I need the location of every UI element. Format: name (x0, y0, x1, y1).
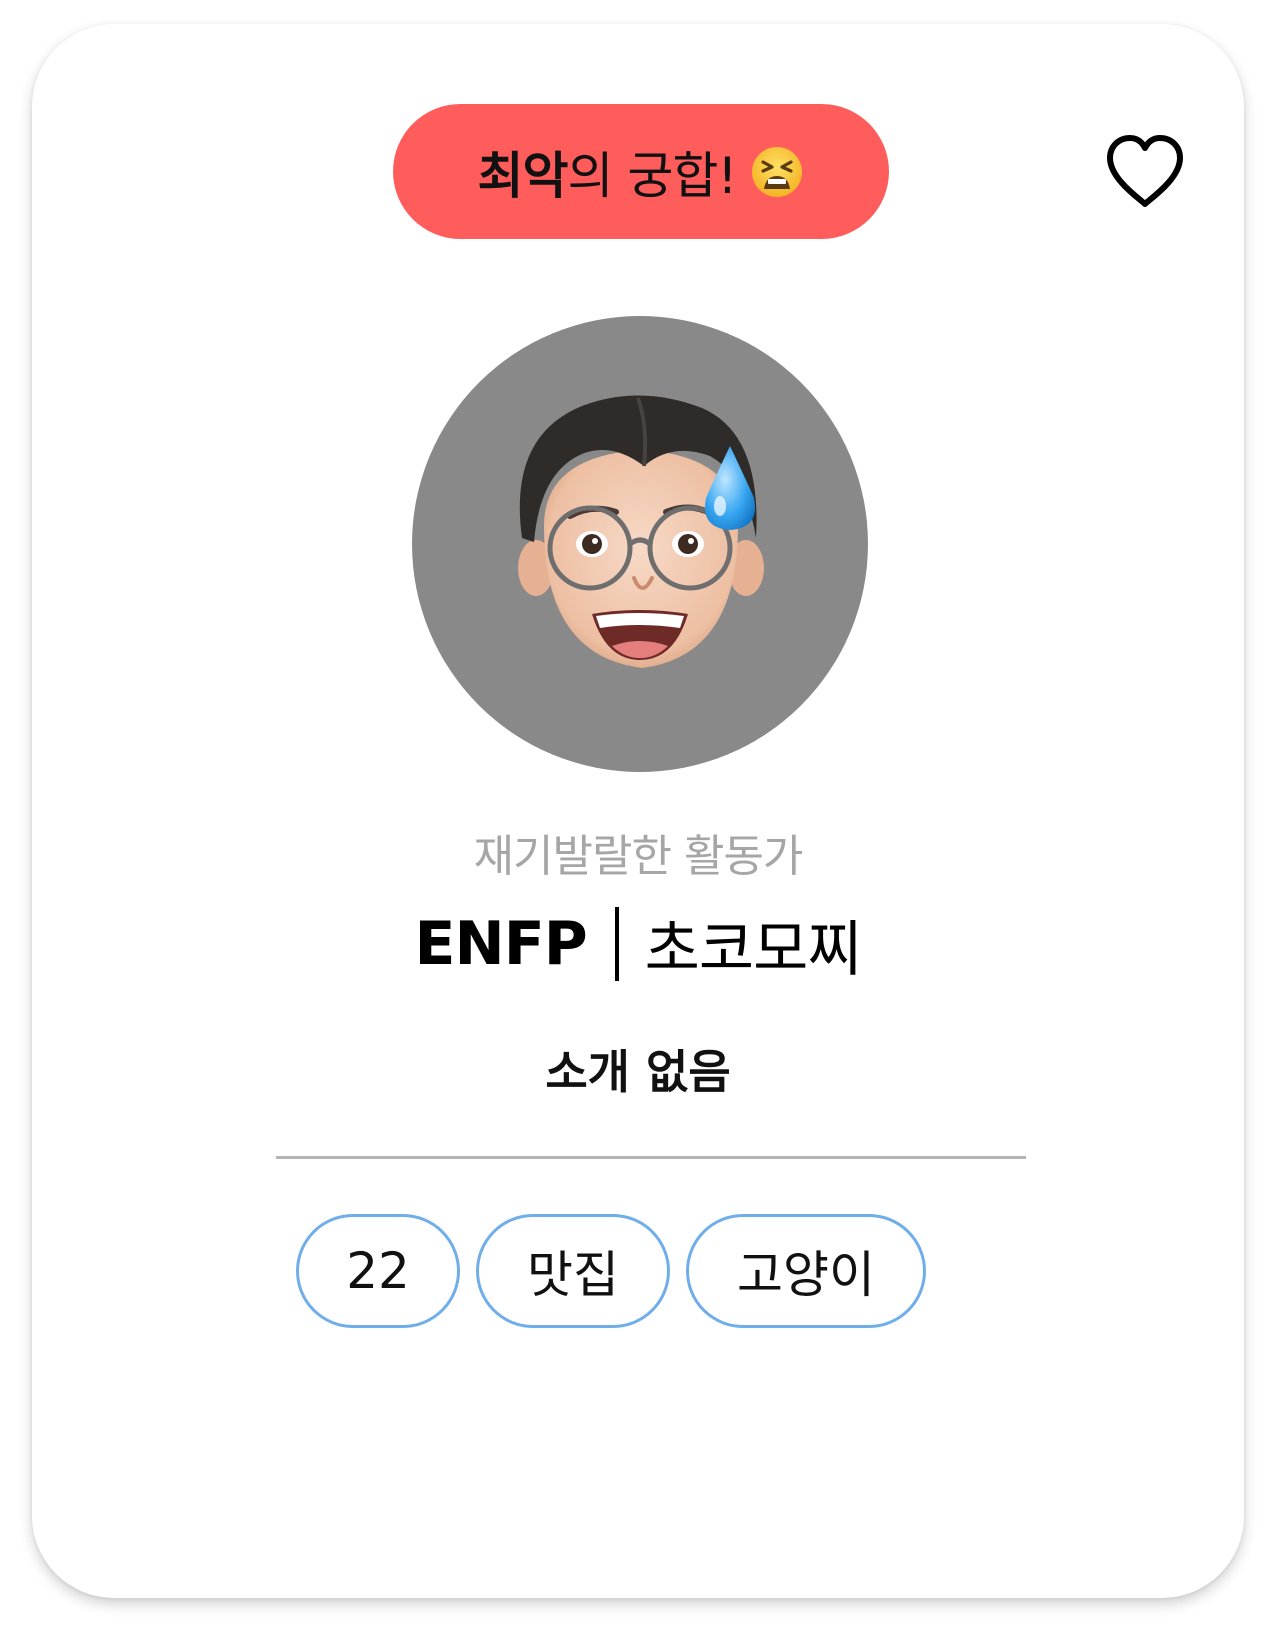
section-divider (276, 1156, 1026, 1159)
title-divider (614, 907, 619, 981)
tag-chip[interactable]: 22 (296, 1214, 460, 1328)
profile-card: 최악 의 궁합! 재기발랄한 활동가 ENFP 초코모찌 소개 없음 22 맛집… (32, 24, 1244, 1598)
tired-face-emoji-icon (750, 145, 804, 199)
compatibility-level: 최악 (477, 146, 569, 205)
tag-label: 22 (346, 1242, 410, 1300)
tag-chip[interactable]: 맛집 (476, 1214, 670, 1328)
profile-avatar (412, 316, 868, 772)
tag-chip[interactable]: 고양이 (686, 1214, 926, 1328)
tag-list: 22 맛집 고양이 (32, 1214, 1244, 1336)
favorite-heart-icon[interactable] (1102, 132, 1188, 212)
compatibility-suffix: 의 궁합! (567, 146, 738, 205)
tag-label: 고양이 (737, 1246, 875, 1304)
mbti-type: ENFP (414, 909, 588, 979)
nickname: 초코모찌 (644, 914, 863, 985)
profile-title-row: ENFP 초코모찌 (32, 904, 1244, 985)
intro-text: 소개 없음 (545, 1045, 731, 1099)
compatibility-badge: 최악 의 궁합! (393, 104, 889, 239)
tag-label: 맛집 (527, 1246, 619, 1304)
personality-type-description: 재기발랄한 활동가 (473, 831, 804, 882)
